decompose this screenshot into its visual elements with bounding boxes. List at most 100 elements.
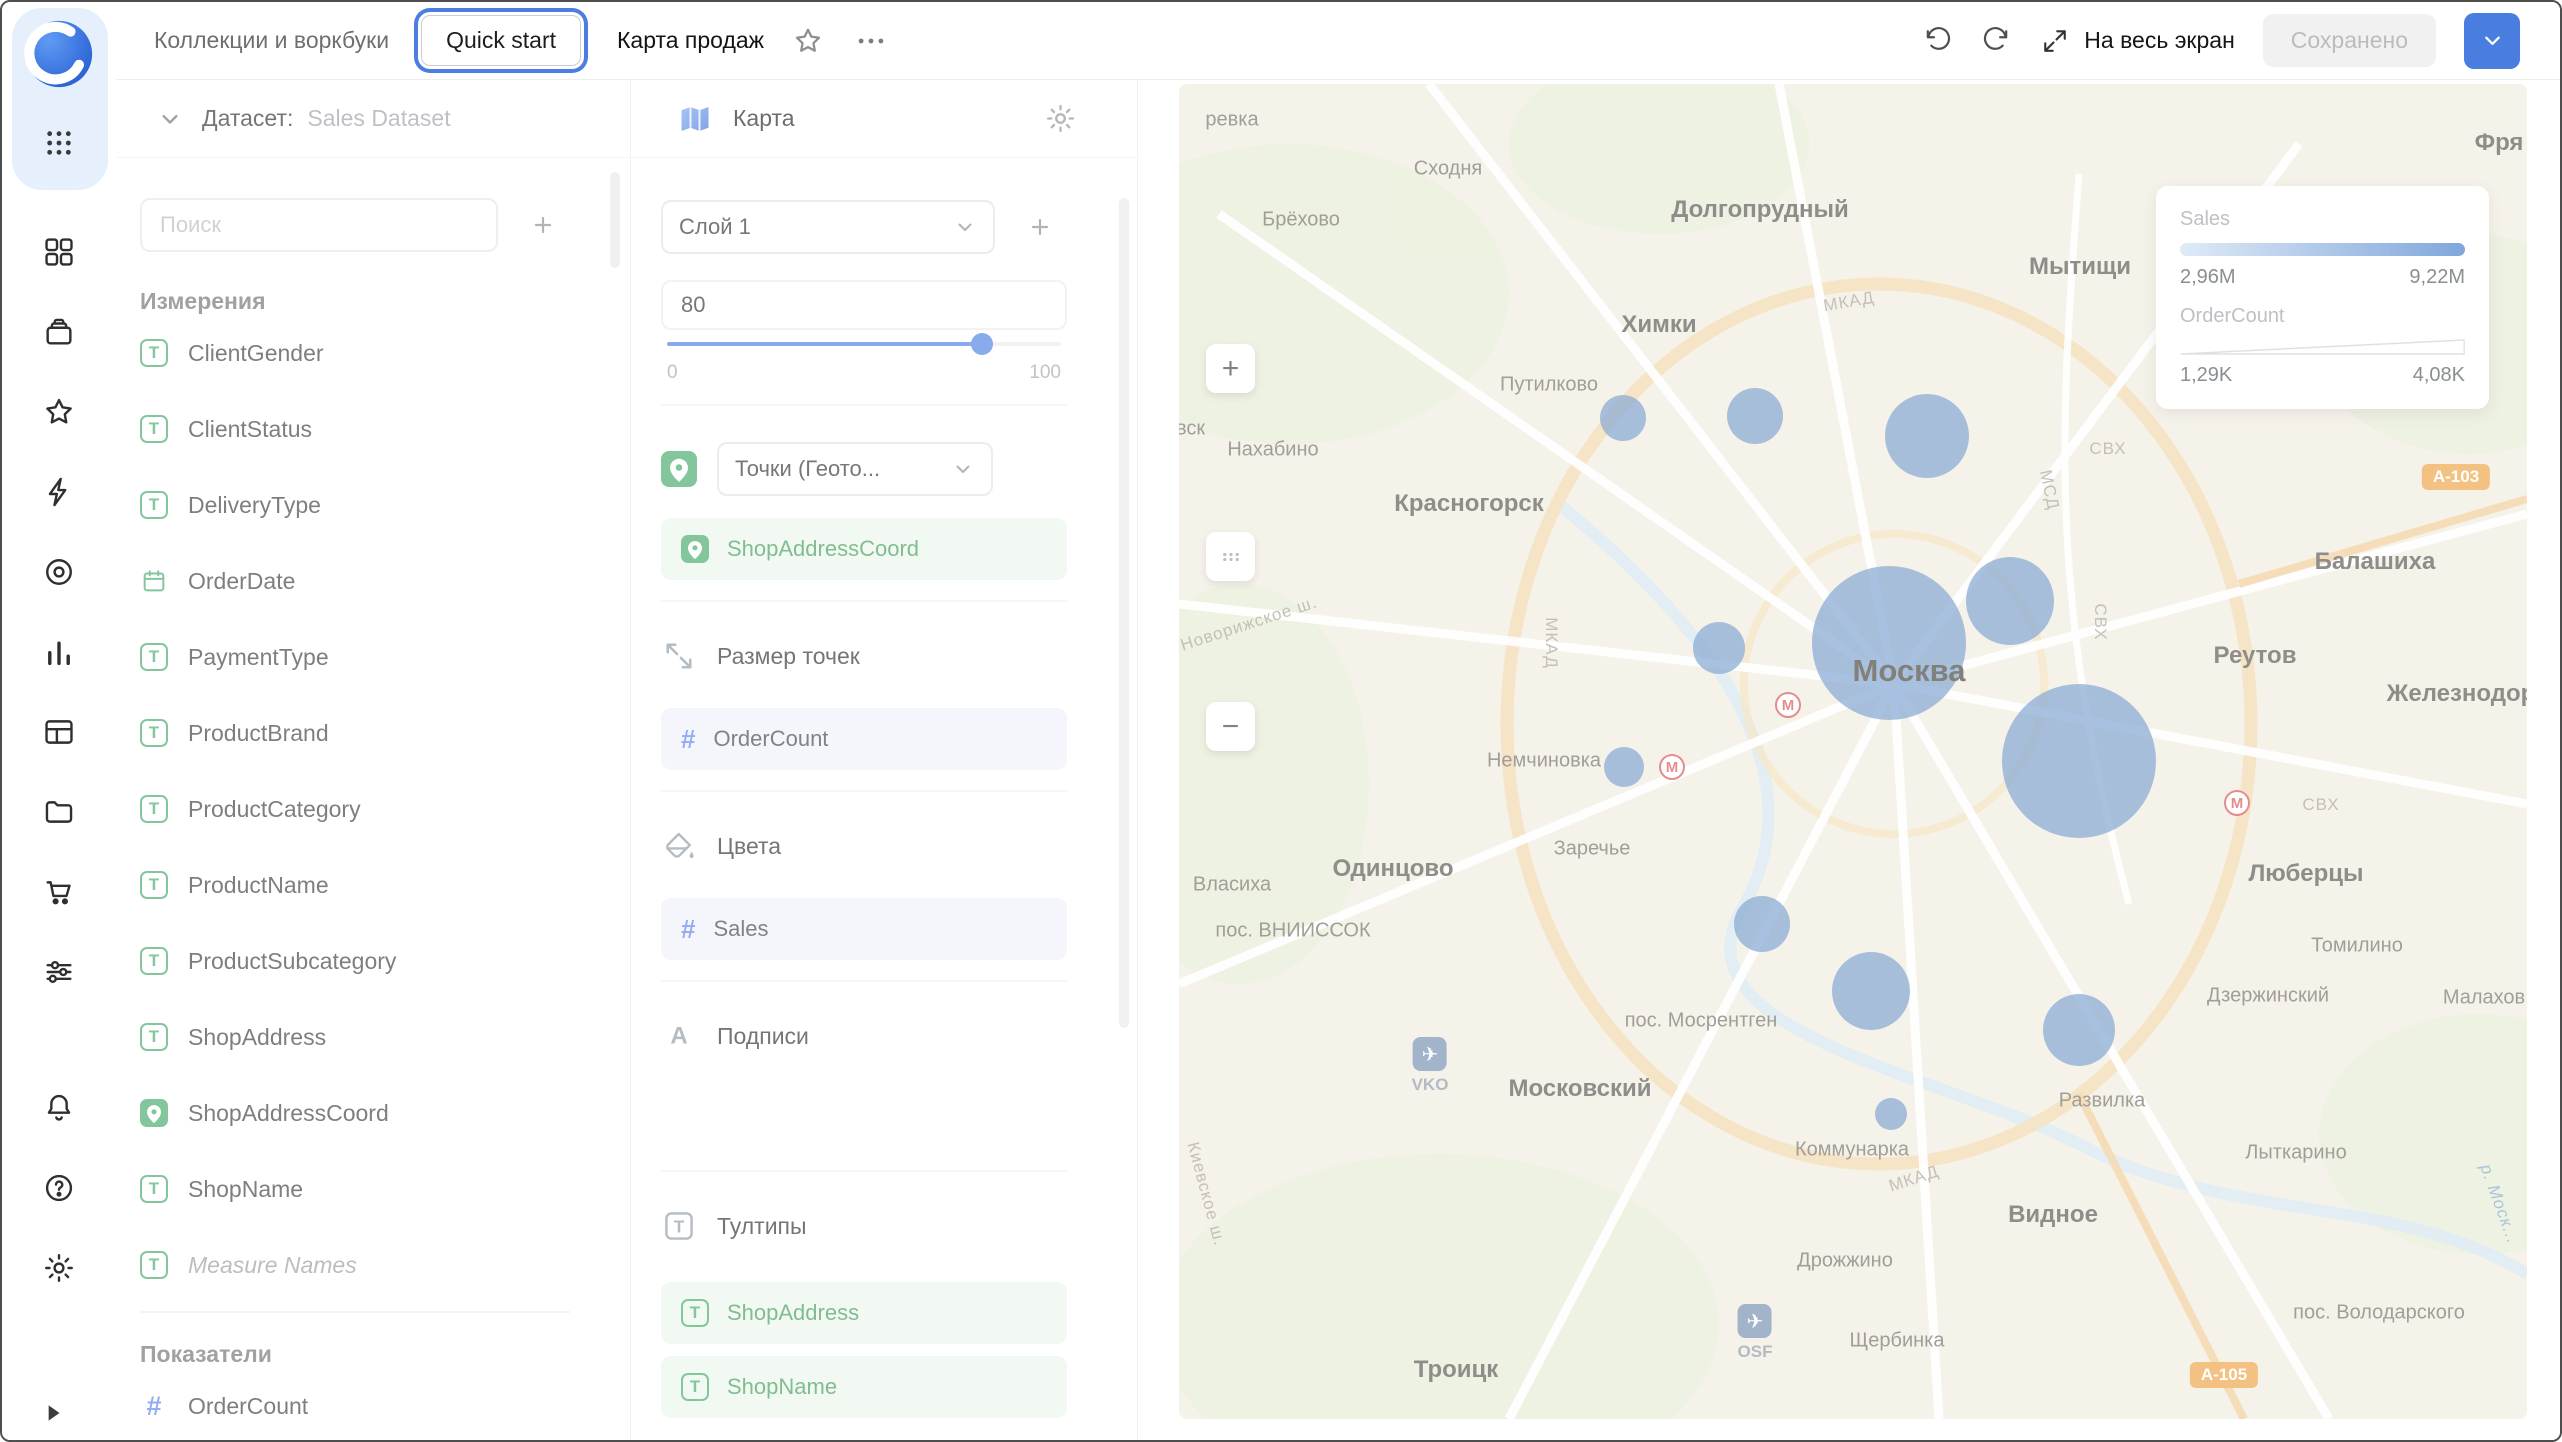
dimension-item[interactable]: TDeliveryType bbox=[140, 467, 570, 543]
drag-dots-icon bbox=[1216, 542, 1246, 572]
sidebar-item-stack[interactable] bbox=[2, 292, 116, 372]
dimension-item[interactable]: ShopAddressCoord bbox=[140, 1075, 570, 1151]
map-canvas[interactable]: ревкаСходняБрёховоДолгопрудныйМытищиХимк… bbox=[1179, 84, 2527, 1419]
opacity-slider bbox=[667, 332, 1061, 356]
sidebar-item-help[interactable] bbox=[2, 1148, 116, 1228]
map-bubble[interactable] bbox=[2043, 994, 2115, 1066]
field-label: OrderCount bbox=[713, 726, 828, 752]
dimension-item[interactable]: TClientStatus bbox=[140, 391, 570, 467]
app-window: Коллекции и воркбуки Quick start Карта п… bbox=[0, 0, 2562, 1442]
airport-marker: ✈OSF bbox=[1738, 1304, 1773, 1362]
tooltips-label: Тултипы bbox=[717, 1213, 807, 1240]
field-label: ShopName bbox=[727, 1374, 837, 1400]
geopoint-field-chip[interactable]: ShopAddressCoord bbox=[661, 518, 1067, 580]
map-city-label: Томилино bbox=[2311, 935, 2403, 958]
dimension-item[interactable]: TPaymentType bbox=[140, 619, 570, 695]
map-bubble[interactable] bbox=[1812, 566, 1966, 720]
rail-nav-bottom bbox=[2, 1068, 116, 1308]
map-city-label: Долгопрудный bbox=[1671, 196, 1849, 224]
apps-grid-button[interactable] bbox=[2, 114, 116, 172]
sidebar-item-rings[interactable] bbox=[2, 532, 116, 612]
dimension-item[interactable]: TShopAddress bbox=[140, 999, 570, 1075]
map-bubble[interactable] bbox=[1600, 395, 1646, 441]
layer-select[interactable]: Слой 1 bbox=[661, 200, 995, 254]
legend-sales-label: Sales bbox=[2180, 208, 2465, 231]
text-field-icon: T bbox=[681, 1373, 709, 1401]
dataset-name[interactable]: Sales Dataset bbox=[307, 105, 450, 132]
datalens-logo[interactable] bbox=[22, 17, 96, 91]
map-bubble[interactable] bbox=[1966, 557, 2054, 645]
map-bubble[interactable] bbox=[1875, 1098, 1907, 1130]
ruler-tool-button[interactable] bbox=[1206, 532, 1255, 581]
slider-max: 100 bbox=[1029, 362, 1061, 384]
redo-icon[interactable] bbox=[1981, 25, 2012, 56]
breadcrumb-root[interactable]: Коллекции и воркбуки bbox=[154, 27, 389, 54]
undo-icon[interactable] bbox=[1922, 25, 1953, 56]
gear-icon[interactable] bbox=[1044, 102, 1077, 135]
dimension-item[interactable]: TProductName bbox=[140, 847, 570, 923]
dimension-item[interactable]: TProductSubcategory bbox=[140, 923, 570, 999]
chevron-down-icon bbox=[2479, 27, 2506, 54]
dimension-item[interactable]: TShopName bbox=[140, 1151, 570, 1227]
map-bubble[interactable] bbox=[1727, 388, 1783, 444]
dimension-item[interactable]: TProductCategory bbox=[140, 771, 570, 847]
sidebar-item-folder[interactable] bbox=[2, 772, 116, 852]
dataset-panel: Датасет: Sales Dataset Измерения TClient… bbox=[116, 80, 631, 1440]
labels-drop-area[interactable] bbox=[661, 1054, 1067, 1150]
sidebar-item-bell[interactable] bbox=[2, 1068, 116, 1148]
slider-handle[interactable] bbox=[971, 333, 993, 355]
dimension-item[interactable]: TMeasure Names bbox=[140, 1227, 570, 1303]
quick-start-button[interactable]: Quick start bbox=[421, 15, 581, 66]
sidebar-item-bolt[interactable] bbox=[2, 452, 116, 532]
svg-text:T: T bbox=[674, 1217, 685, 1237]
chevron-down-icon[interactable] bbox=[156, 105, 184, 133]
fullscreen-button[interactable]: На весь экран bbox=[2040, 26, 2235, 56]
map-bubble[interactable] bbox=[1832, 952, 1910, 1030]
sidebar-item-gear[interactable] bbox=[2, 1228, 116, 1308]
save-dropdown-button[interactable] bbox=[2464, 13, 2520, 69]
map-bubble[interactable] bbox=[1734, 896, 1790, 952]
measures-list: #OrderCount bbox=[140, 1368, 570, 1440]
opacity-input[interactable]: 80 bbox=[661, 280, 1067, 330]
map-bubble[interactable] bbox=[1693, 622, 1745, 674]
dataset-header[interactable]: Датасет: Sales Dataset bbox=[116, 80, 630, 158]
add-layer-button[interactable] bbox=[1013, 200, 1067, 254]
favorite-star-icon[interactable] bbox=[792, 25, 824, 57]
map-bubble[interactable] bbox=[1885, 394, 1969, 478]
map-chart-icon bbox=[677, 101, 713, 137]
map-city-label: Сходня bbox=[1414, 158, 1482, 181]
collapse-panel-icon[interactable] bbox=[40, 1400, 66, 1426]
sidebar-item-grid-squares[interactable] bbox=[2, 212, 116, 292]
zoom-in-button[interactable]: + bbox=[1206, 344, 1255, 393]
search-input[interactable] bbox=[140, 198, 498, 252]
layer-select-value: Слой 1 bbox=[679, 214, 751, 240]
scrollbar-thumb[interactable] bbox=[610, 172, 620, 268]
color-field-chip[interactable]: # Sales bbox=[661, 898, 1067, 960]
map-city-label: Щербинка bbox=[1850, 1330, 1945, 1353]
tooltip-field-chip[interactable]: TShopAddress bbox=[661, 1282, 1067, 1344]
map-city-label: Москва bbox=[1853, 653, 1966, 689]
sidebar-item-star[interactable] bbox=[2, 372, 116, 452]
dimension-item[interactable]: OrderDate bbox=[140, 543, 570, 619]
size-field-chip[interactable]: # OrderCount bbox=[661, 708, 1067, 770]
zoom-out-button[interactable]: − bbox=[1206, 702, 1255, 751]
more-menu-icon[interactable] bbox=[854, 24, 888, 58]
measure-item[interactable]: #OrderCount bbox=[140, 1368, 570, 1440]
letter-a-icon: A bbox=[661, 1018, 697, 1054]
saved-button[interactable]: Сохранено bbox=[2263, 14, 2436, 67]
map-bubble[interactable] bbox=[1604, 747, 1644, 787]
tooltip-field-chip[interactable]: T ShopName bbox=[661, 1356, 1067, 1418]
sidebar-item-sliders[interactable] bbox=[2, 932, 116, 1012]
add-field-button[interactable] bbox=[516, 198, 570, 252]
dimension-item[interactable]: TClientGender bbox=[140, 315, 570, 391]
sidebar-item-cart[interactable] bbox=[2, 852, 116, 932]
field-label: OrderDate bbox=[188, 568, 295, 595]
map-city-label: Видное bbox=[2008, 1201, 2098, 1229]
sidebar-item-table[interactable] bbox=[2, 692, 116, 772]
geotype-select[interactable]: Точки (Гео­то... bbox=[717, 442, 993, 496]
scrollbar-thumb[interactable] bbox=[1119, 198, 1129, 1028]
map-bubble[interactable] bbox=[2002, 684, 2156, 838]
dimension-item[interactable]: TProductBrand bbox=[140, 695, 570, 771]
text-field-icon: T bbox=[140, 1023, 168, 1051]
sidebar-item-bar-chart[interactable] bbox=[2, 612, 116, 692]
